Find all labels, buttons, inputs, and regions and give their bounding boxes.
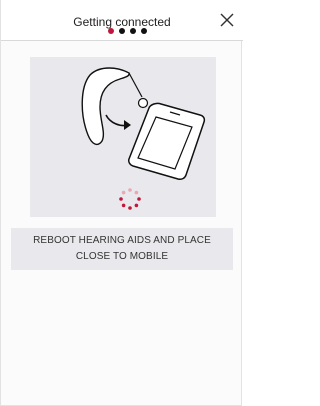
instruction-text: REBOOT HEARING AIDS AND PLACE CLOSE TO M…	[11, 228, 233, 270]
step-dot-4	[141, 28, 147, 34]
step-dot-1	[108, 28, 114, 34]
reboot-illustration	[30, 57, 216, 217]
arrow-icon	[105, 114, 131, 130]
mobile-phone-icon	[128, 102, 206, 180]
header-bar: Getting connected	[1, 0, 243, 41]
app-screen: Getting connected REBOOT HEARING AIDS AN…	[0, 0, 243, 406]
loading-spinner-icon	[119, 188, 141, 210]
step-indicator	[108, 28, 147, 35]
step-dot-3	[130, 28, 136, 34]
close-icon	[220, 13, 234, 27]
close-button[interactable]	[218, 11, 236, 29]
step-dot-2	[119, 28, 125, 34]
hearing-aid-icon	[81, 67, 149, 146]
page-title: Getting connected	[73, 15, 171, 29]
